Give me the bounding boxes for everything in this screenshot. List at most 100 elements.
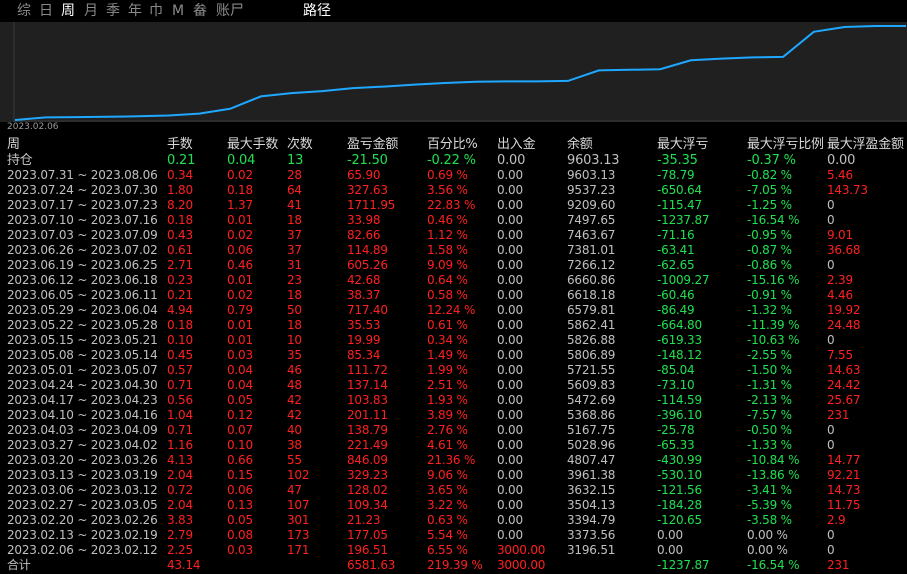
table-row[interactable]: 2023.03.06 ~ 2023.03.12 0.72 0.06 47 128.02 3…	[0, 483, 907, 498]
row-max-floating-profit: 5.46	[827, 168, 853, 182]
header-max-drawdown-ratio[interactable]: 最大浮亏比例	[747, 136, 827, 153]
table-row[interactable]: 2023.05.29 ~ 2023.06.04 4.94 0.79 50 717.40 1…	[0, 303, 907, 318]
holding-row[interactable]: 持仓 0.21 0.04 13 -21.50 -0.22 % 0.00 9603…	[0, 153, 907, 168]
row-max-lots: 0.03	[227, 543, 253, 557]
row-max-drawdown-ratio: -5.39 %	[747, 498, 792, 512]
row-max-drawdown-ratio: -2.55 %	[747, 348, 792, 362]
total-max-floating-profit: 231	[827, 558, 850, 572]
row-balance: 5806.89	[567, 348, 616, 362]
table-row[interactable]: 2023.05.01 ~ 2023.05.07 0.57 0.04 46 111.72 1…	[0, 363, 907, 378]
path-tab[interactable]: 路径	[303, 3, 331, 19]
holding-deposit: 0.00	[497, 153, 526, 168]
row-count: 55	[287, 453, 302, 467]
row-lots: 8.20	[167, 198, 193, 212]
table-row[interactable]: 2023.06.19 ~ 2023.06.25 2.71 0.46 31 605.26 9…	[0, 258, 907, 273]
table-row[interactable]: 2023.07.17 ~ 2023.07.23 8.20 1.37 41 1711.95…	[0, 198, 907, 213]
tab-month[interactable]: 月	[84, 3, 98, 19]
table-row[interactable]: 2023.07.24 ~ 2023.07.30 1.80 0.18 64 327.63 3…	[0, 183, 907, 198]
row-pnl: 846.09	[347, 453, 388, 467]
table-row[interactable]: 2023.07.31 ~ 2023.08.06 0.34 0.02 28 65.90 0.…	[0, 168, 907, 183]
row-lots: 2.04	[167, 498, 193, 512]
row-period: 2023.05.01 ~ 2023.05.07	[7, 363, 158, 377]
header-pnl[interactable]: 盈亏金额	[347, 136, 427, 153]
header-deposit[interactable]: 出入金	[497, 136, 567, 153]
row-deposit: 0.00	[497, 318, 523, 332]
table-row[interactable]: 2023.02.06 ~ 2023.02.12 2.25 0.03 171 196.51…	[0, 543, 907, 558]
row-max-drawdown-ratio: -2.13 %	[747, 393, 792, 407]
table-row[interactable]: 2023.06.05 ~ 2023.06.11 0.21 0.02 18 38.37 0.…	[0, 288, 907, 303]
table-row[interactable]: 2023.04.03 ~ 2023.04.09 0.71 0.07 40 138.79 2…	[0, 423, 907, 438]
table-row[interactable]: 2023.03.13 ~ 2023.03.19 2.04 0.15 102 329.23…	[0, 468, 907, 483]
row-lots: 1.80	[167, 183, 193, 197]
row-lots: 0.57	[167, 363, 193, 377]
table-row[interactable]: 2023.06.12 ~ 2023.06.18 0.23 0.01 23 42.68 0.…	[0, 273, 907, 288]
header-max-floating-profit[interactable]: 最大浮盈金额	[827, 136, 907, 153]
table-row[interactable]: 2023.05.08 ~ 2023.05.14 0.45 0.03 35 85.34 1.…	[0, 348, 907, 363]
header-percent[interactable]: 百分比%	[427, 136, 497, 153]
row-max-drawdown-ratio: -0.91 %	[747, 288, 792, 302]
row-max-floating-profit: 11.75	[827, 498, 861, 512]
row-lots: 0.18	[167, 318, 193, 332]
table-row[interactable]: 2023.05.22 ~ 2023.05.28 0.18 0.01 18 35.53 0.…	[0, 318, 907, 333]
table-row[interactable]: 2023.03.27 ~ 2023.04.02 1.16 0.10 38 221.49 4…	[0, 438, 907, 453]
row-count: 37	[287, 228, 302, 242]
row-count: 42	[287, 393, 302, 407]
tab-account[interactable]: 账尸	[216, 3, 244, 19]
row-percent: 0.63 %	[427, 513, 468, 527]
table-row[interactable]: 2023.06.26 ~ 2023.07.02 0.61 0.06 37 114.89 1…	[0, 243, 907, 258]
row-balance: 3632.15	[567, 483, 616, 497]
total-row[interactable]: 合计 43.14 6581.63 219.39 % 3000.00 -1237.…	[0, 558, 907, 574]
row-max-drawdown-ratio: -1.25 %	[747, 198, 792, 212]
header-period[interactable]: 周	[7, 136, 167, 153]
header-max-lots[interactable]: 最大手数	[227, 136, 287, 153]
table-row[interactable]: 2023.04.10 ~ 2023.04.16 1.04 0.12 42 201.11 3…	[0, 408, 907, 423]
holding-max-lots: 0.04	[227, 153, 256, 168]
table-row[interactable]: 2023.02.13 ~ 2023.02.19 2.79 0.08 173 177.05…	[0, 528, 907, 543]
row-lots: 0.21	[167, 288, 193, 302]
row-deposit: 0.00	[497, 288, 523, 302]
row-max-floating-profit: 0	[827, 333, 835, 347]
table-row[interactable]: 2023.05.15 ~ 2023.05.21 0.10 0.01 10 19.99 0.…	[0, 333, 907, 348]
table-row[interactable]: 2023.02.20 ~ 2023.02.26 3.83 0.05 301 21.23 0…	[0, 513, 907, 528]
tab-quarter[interactable]: 季	[106, 3, 120, 19]
table-row[interactable]: 2023.07.10 ~ 2023.07.16 0.18 0.01 18 33.98 0.…	[0, 213, 907, 228]
row-max-drawdown-ratio: -15.16 %	[747, 273, 800, 287]
row-deposit: 0.00	[497, 408, 523, 422]
header-lots[interactable]: 手数	[167, 136, 227, 153]
row-max-lots: 0.05	[227, 513, 253, 527]
row-pnl: 82.66	[347, 228, 381, 242]
row-max-lots: 0.01	[227, 333, 253, 347]
tab-day[interactable]: 日	[39, 3, 53, 19]
tab-overview[interactable]: 综	[17, 3, 31, 19]
table-row[interactable]: 2023.03.20 ~ 2023.03.26 4.13 0.66 55 846.09 2…	[0, 453, 907, 468]
row-lots: 0.34	[167, 168, 193, 182]
row-count: 18	[287, 318, 302, 332]
row-pnl: 38.37	[347, 288, 381, 302]
row-max-drawdown-ratio: -0.87 %	[747, 243, 792, 257]
table-row[interactable]: 2023.04.24 ~ 2023.04.30 0.71 0.04 48 137.14 2…	[0, 378, 907, 393]
tab-note[interactable]: 畚	[193, 3, 207, 19]
row-max-lots: 0.06	[227, 483, 253, 497]
row-max-lots: 0.18	[227, 183, 253, 197]
header-max-drawdown[interactable]: 最大浮亏	[657, 136, 747, 153]
row-max-drawdown-ratio: -0.82 %	[747, 168, 792, 182]
table-row[interactable]: 2023.02.27 ~ 2023.03.05 2.04 0.13 107 109.34…	[0, 498, 907, 513]
row-lots: 0.72	[167, 483, 193, 497]
row-count: 102	[287, 468, 310, 482]
tab-year[interactable]: 年	[128, 3, 142, 19]
row-pnl: 35.53	[347, 318, 381, 332]
table-row[interactable]: 2023.07.03 ~ 2023.07.09 0.43 0.02 37 82.66 1.…	[0, 228, 907, 243]
row-deposit: 0.00	[497, 498, 523, 512]
header-count[interactable]: 次数	[287, 136, 347, 153]
table-row[interactable]: 2023.04.17 ~ 2023.04.23 0.56 0.05 42 103.83 1…	[0, 393, 907, 408]
row-percent: 22.83 %	[427, 198, 476, 212]
row-max-floating-profit: 4.46	[827, 288, 853, 302]
row-balance: 5368.86	[567, 408, 616, 422]
header-balance[interactable]: 余额	[567, 136, 657, 153]
tab-symbol[interactable]: 巾	[149, 3, 163, 19]
row-pnl: 114.89	[347, 243, 388, 257]
row-max-drawdown-ratio: -16.54 %	[747, 213, 800, 227]
tab-week[interactable]: 周	[61, 3, 75, 19]
tab-magic[interactable]: M	[172, 3, 184, 19]
row-balance: 4807.47	[567, 453, 616, 467]
